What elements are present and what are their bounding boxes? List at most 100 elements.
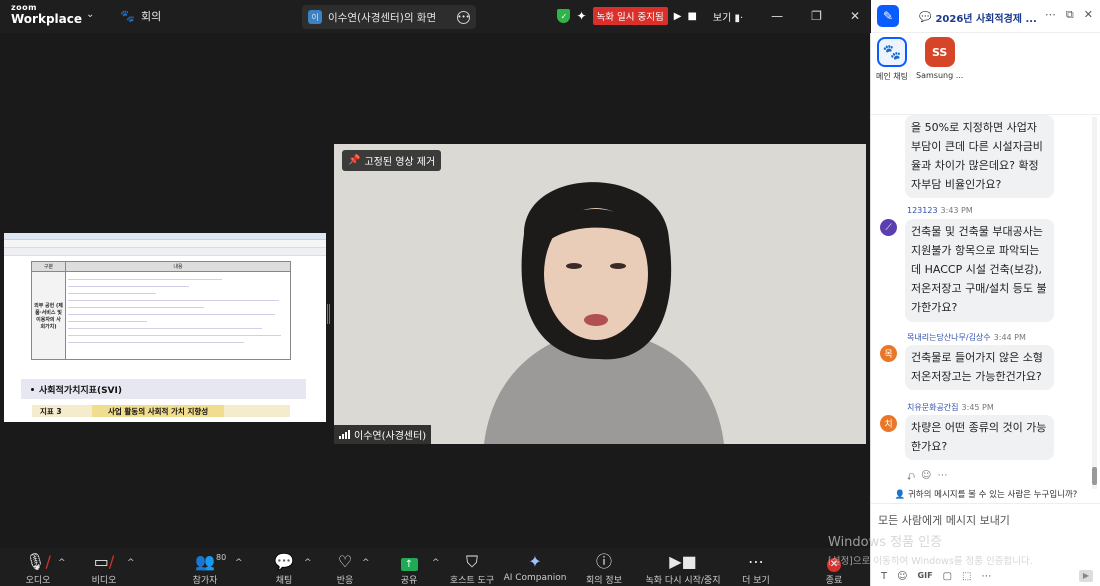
chat-scrollbar[interactable]	[1092, 117, 1097, 489]
more-icon[interactable]: ⋯	[1045, 8, 1056, 22]
shared-screen-tab[interactable]: 이 이수연(사경센터)의 화면 •••	[302, 5, 476, 29]
share-button[interactable]: ↑ 공유	[374, 551, 444, 586]
meeting-info-button[interactable]: ⓘ 회의 정보	[569, 551, 639, 586]
reactions-label: 반응	[336, 576, 354, 586]
view-button-label: 보기	[712, 12, 732, 24]
svi-section-heading: 사회적가치지표(SVI)	[21, 379, 306, 399]
channel-main-chat[interactable]: 🐾 메인 채팅	[876, 37, 908, 82]
chat-input-area[interactable]: 모든 사람에게 메시지 보내기 T ☺ GIF ▢ ⬚ ⋯ ▶	[871, 503, 1100, 586]
more-icon[interactable]: ⋯	[937, 470, 947, 485]
chat-label: 채팅	[275, 576, 293, 586]
split-view-handle[interactable]	[327, 304, 330, 324]
microphone-muted-icon: 🎙/	[25, 552, 51, 571]
message-bubble[interactable]: 차량은 어떤 종류의 것이 가능한가요?	[905, 415, 1054, 460]
ai-companion-button[interactable]: ✦ AI Companion	[500, 551, 570, 583]
meeting-info-label: 회의 정보	[586, 576, 622, 586]
who-can-see-label: 귀하의 메시지를 볼 수 있는 사람은 누구입니까?	[907, 490, 1078, 500]
chat-bubble-icon: 💬	[274, 552, 294, 571]
gif-button[interactable]: GIF	[918, 571, 933, 582]
minimize-icon[interactable]: —	[771, 9, 783, 23]
close-icon[interactable]: ✕	[1084, 8, 1093, 22]
svi-indicator-row: 지표 3 사업 활동의 사회적 가치 지향성	[32, 405, 290, 417]
table-header-content: 내용	[65, 261, 291, 272]
more-button[interactable]: ⋯ 더 보기	[721, 551, 791, 586]
channel-samsung[interactable]: SS Samsung ...	[916, 37, 963, 80]
record-play-stop-icon: ▶■	[669, 552, 697, 571]
avatar: 치	[880, 415, 897, 432]
shield-icon: ⛉	[465, 552, 478, 571]
participants-options-caret-icon[interactable]: ^	[235, 558, 243, 568]
emoji-icon[interactable]: ☺	[897, 571, 907, 582]
chat-message-list: 을 50%로 지정하면 사업자 부담이 큰데 다른 시설자금비율과 차이가 많은…	[871, 115, 1093, 485]
more-dots-icon: ⋯	[748, 552, 764, 571]
message-sender: 123123 3:43 PM	[907, 206, 973, 215]
video-label: 비디오	[91, 576, 117, 586]
record-button[interactable]: ▶■ 녹화 다시 시작/중지	[646, 551, 721, 586]
security-shield-icon[interactable]: ✓	[557, 9, 571, 23]
participant-image	[334, 144, 866, 444]
message-bubble[interactable]: 건축물 및 건축물 부대공사는 지원불가 항목으로 파악되는데 HACCP 시설…	[905, 219, 1054, 322]
screenshot-icon[interactable]: ⬚	[962, 571, 971, 582]
table-left-cell: 외부 공헌 (제품·서비스 및 이용자의 사회가치)	[31, 271, 66, 360]
avatar: SS	[924, 37, 955, 67]
scrollbar-thumb[interactable]	[1092, 467, 1097, 485]
audio-button[interactable]: 🎙/ 오디오	[3, 551, 73, 586]
chat-input-placeholder[interactable]: 모든 사람에게 메시지 보내기	[878, 512, 1010, 528]
chevron-down-icon[interactable]: ⌄	[86, 9, 94, 20]
end-label: 종료	[825, 576, 843, 586]
video-button[interactable]: ▭/ 비디오	[69, 551, 139, 586]
shared-screen-view[interactable]: 구분 내용 외부 공헌 (제품·서비스 및 이용자의 사회가치) 사회적가치지표…	[4, 233, 326, 422]
participants-label: 참가자	[192, 576, 218, 586]
stop-recording-icon[interactable]: ■	[687, 11, 696, 22]
reactions-button[interactable]: ♡ 반응	[310, 551, 380, 586]
who-can-see-link[interactable]: 👤 귀하의 메시지를 볼 수 있는 사람은 누구입니까?	[871, 488, 1100, 500]
pdf-toolbar	[4, 248, 326, 256]
host-tools-button[interactable]: ⛉ 호스트 도구	[437, 551, 507, 586]
restore-icon[interactable]: ❐	[811, 9, 822, 23]
end-call-icon: ✕	[827, 551, 841, 572]
sender-name: 123123	[907, 206, 938, 215]
meeting-tab-label: 회의	[140, 10, 162, 23]
audio-options-caret-icon[interactable]: ^	[58, 558, 66, 568]
signal-strength-icon	[339, 430, 350, 439]
more-icon[interactable]: ⋯	[981, 571, 991, 582]
recording-status-badge: 녹화 일시 중지됨	[592, 7, 668, 25]
format-text-icon[interactable]: T	[881, 571, 887, 582]
logo-text-top: zoom	[11, 3, 37, 12]
unpin-video-label: 고정된 영상 제거	[364, 157, 436, 168]
participant-count: 80	[216, 553, 227, 562]
chat-button[interactable]: 💬 채팅	[249, 551, 319, 586]
message-bubble[interactable]: 을 50%로 지정하면 사업자 부담이 큰데 다른 시설자금비율과 차이가 많은…	[905, 115, 1054, 198]
audio-label: 오디오	[25, 576, 51, 586]
add-reaction-icon[interactable]: ☺	[921, 470, 931, 485]
close-icon[interactable]: ✕	[850, 9, 860, 23]
popout-icon[interactable]: ⧉	[1066, 8, 1074, 22]
heart-icon: ♡	[337, 552, 353, 571]
message-actions: ⮏ ☺ ⋯	[907, 470, 947, 485]
indicator-value: 사업 활동의 사회적 가치 지향성	[92, 405, 225, 417]
compose-icon[interactable]: ✎	[877, 5, 899, 27]
participant-video[interactable]: 📌 고정된 영상 제거 이수연(사경센터)	[334, 144, 866, 444]
reply-icon[interactable]: ⮏	[907, 470, 915, 485]
reactions-options-caret-icon[interactable]: ^	[362, 558, 370, 568]
unpin-video-button[interactable]: 📌 고정된 영상 제거	[342, 150, 442, 171]
message-bubble[interactable]: 건축물로 들어가지 않은 소형 저온저장고는 가능한건가요?	[905, 345, 1054, 390]
end-meeting-button[interactable]: ✕ 종료	[799, 551, 869, 586]
chat-title[interactable]: 💬 2026년 사회적경제 ...	[919, 10, 1037, 25]
more-label: 더 보기	[742, 576, 770, 586]
video-options-caret-icon[interactable]: ^	[127, 558, 135, 568]
view-button[interactable]: 보기 ▮·	[713, 9, 743, 24]
resume-recording-icon[interactable]: ▶	[674, 11, 682, 22]
send-icon[interactable]: ▶	[1079, 570, 1093, 582]
file-icon[interactable]: ▢	[943, 571, 952, 582]
participants-button[interactable]: 👥 참가자	[170, 551, 240, 586]
meeting-tab[interactable]: 🐾 회의	[120, 8, 161, 24]
message-sender: 목내리는당산나무/김상수 3:44 PM	[907, 332, 1026, 343]
message-sender: 치유문화공간집 3:45 PM	[907, 402, 994, 413]
ai-sparkle-icon[interactable]: ✦	[576, 9, 586, 23]
indicator-key: 지표 3	[40, 406, 62, 416]
more-icon[interactable]: •••	[457, 10, 470, 24]
ai-companion-label: AI Companion	[503, 573, 567, 583]
zoom-logo: zoom Workplace	[11, 3, 82, 26]
document-table: 구분 내용 외부 공헌 (제품·서비스 및 이용자의 사회가치)	[31, 261, 296, 360]
